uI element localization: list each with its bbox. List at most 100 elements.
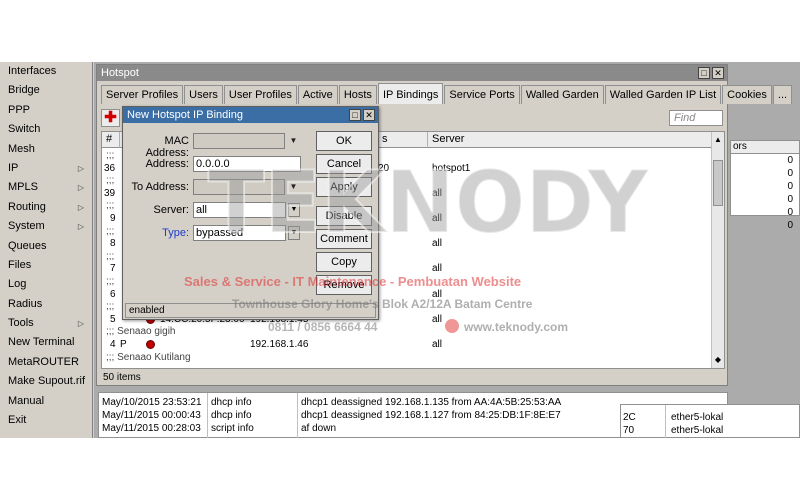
menu-item-mpls[interactable]: MPLS ▷ [0,178,92,197]
background-table: ors 0 0 0 0 0 0 [730,140,800,231]
hotspot-window-titlebar[interactable]: Hotspot □ ✕ [97,65,727,81]
tab-active[interactable]: Active [297,85,338,104]
table-row[interactable]: 4 P 192.168.1.46 all [102,338,712,351]
tab-walled-garden-ip-list[interactable]: Walled Garden IP List [604,85,722,104]
log-message: dhcp1 deassigned 192.168.1.135 from AA:4… [301,397,562,408]
background-log-row[interactable]: 2C ether5-lokal [621,411,799,424]
menu-item-label: Log [8,278,27,291]
menu-item-switch[interactable]: Switch [0,120,92,139]
menu-item-label: Make Supout.rif [8,375,86,388]
find-input[interactable]: Find [669,110,723,126]
address-field[interactable]: 0.0.0.0 [193,156,301,172]
menu-item-manual[interactable]: Manual [0,392,92,411]
hotspot-tabs: Server Profiles Users User Profiles Active H… [101,83,793,104]
to-address-dropdown-icon[interactable]: ▼ [287,179,300,195]
ok-button[interactable]: OK [316,131,372,151]
close-icon[interactable]: ✕ [712,67,724,79]
disable-button[interactable]: Disable [316,206,372,226]
scroll-up-icon[interactable]: ▲ [712,134,724,146]
menu-item-metarouter[interactable]: MetaROUTER [0,353,92,372]
server-select[interactable]: all [193,202,286,218]
background-log-row[interactable]: 70 ether5-lokal [621,424,799,437]
menu-item-label: MPLS [8,181,38,194]
comment-button[interactable]: Comment [316,229,372,249]
menu-item-interfaces[interactable]: Interfaces [0,62,92,81]
tab-walled-garden[interactable]: Walled Garden [520,85,604,104]
tab-[interactable]: ... [772,85,793,104]
column-header-server[interactable]: Server [428,132,713,148]
add-button[interactable]: ✚ [101,109,120,127]
background-log-cell: ether5-lokal [671,412,724,423]
to-address-label: To Address: [131,181,189,193]
server-dropdown-icon[interactable]: ▼ [288,203,300,217]
column-header-num[interactable]: # [102,132,120,148]
menu-item-make-supout-rif[interactable]: Make Supout.rif [0,372,92,391]
row-server: all [432,263,443,275]
log-message: af down [301,423,337,434]
menu-item-queues[interactable]: Queues [0,237,92,256]
menu-item-label: Files [8,258,32,271]
tab-user-profiles[interactable]: User Profiles [223,85,297,104]
tab-hosts[interactable]: Hosts [338,85,377,104]
menu-item-radius[interactable]: Radius [0,295,92,314]
tab-server-profiles[interactable]: Server Profiles [101,85,184,104]
dialog-close-icon[interactable]: ✕ [363,109,375,121]
type-dropdown-icon[interactable]: ▼ [288,226,300,240]
remove-button[interactable]: Remove [316,275,372,295]
menu-item-tools[interactable]: Tools ▷ [0,314,92,333]
tab-ip-bindings[interactable]: IP Bindings [377,83,444,104]
menu-item-log[interactable]: Log [0,275,92,294]
menu-item-bridge[interactable]: Bridge [0,81,92,100]
dialog-maximize-icon[interactable]: □ [349,109,361,121]
maximize-icon[interactable]: □ [698,67,710,79]
column-header-to-address[interactable]: s [378,132,428,148]
menu-item-system[interactable]: System ▷ [0,217,92,236]
cancel-button[interactable]: Cancel [316,154,372,174]
menu-item-new-terminal[interactable]: New Terminal [0,333,92,352]
menu-item-routing[interactable]: Routing ▷ [0,198,92,217]
background-value: 0 [787,194,793,205]
log-time: May/11/2015 00:28:03 [102,423,201,434]
menu-item-exit[interactable]: Exit [0,411,92,430]
to-address-field[interactable] [193,179,285,195]
row-number: 5 [110,313,116,325]
menu-item-ip[interactable]: IP ▷ [0,159,92,178]
menu-item-label: Bridge [8,84,40,97]
type-select[interactable]: bypassed [193,225,286,241]
menu-item-label: Interfaces [8,65,57,77]
row-to-address: 20 [378,162,390,174]
scroll-down-icon[interactable]: ◆ [712,354,724,366]
menu-item-label: System [8,220,45,233]
background-value: 0 [787,155,793,166]
tab-cookies[interactable]: Cookies [722,85,772,104]
tab-service-ports[interactable]: Service Ports [444,85,520,104]
row-server: all [432,187,443,199]
menu-item-label: Radius [8,297,43,310]
log-topic: dhcp info [211,397,252,408]
row-server: all [432,288,443,300]
tab-users[interactable]: Users [184,85,223,104]
submenu-arrow-icon: ▷ [77,222,84,232]
row-server: all [432,213,443,224]
row-comment: ;;; [106,150,115,161]
menu-item-label: New Terminal [8,336,75,349]
scroll-thumb[interactable] [713,160,723,206]
submenu-arrow-icon: ▷ [77,163,84,173]
menu-item-ppp[interactable]: PPP [0,101,92,120]
mac-dropdown-icon[interactable]: ▼ [287,133,300,149]
log-topic: script info [211,423,254,434]
menu-item-files[interactable]: Files [0,256,92,275]
copy-button[interactable]: Copy [316,252,372,272]
row-number: 9 [110,213,116,224]
row-server: hotspot1 [432,162,471,174]
menu-item-mesh[interactable]: Mesh [0,140,92,159]
apply-button[interactable]: Apply [316,177,372,197]
row-server: all [432,313,443,325]
row-address: 192.168.1.46 [250,339,309,350]
comment-row[interactable]: ;;; Senaao Kutilang [102,351,712,364]
table-scrollbar[interactable]: ▲ ◆ [711,132,724,368]
mac-address-field[interactable] [193,133,285,149]
hotspot-window-title: Hotspot [101,67,139,79]
dialog-titlebar[interactable]: New Hotspot IP Binding □ ✕ [123,107,378,123]
comment-row[interactable]: ;;; Senaao gigih [102,325,712,338]
